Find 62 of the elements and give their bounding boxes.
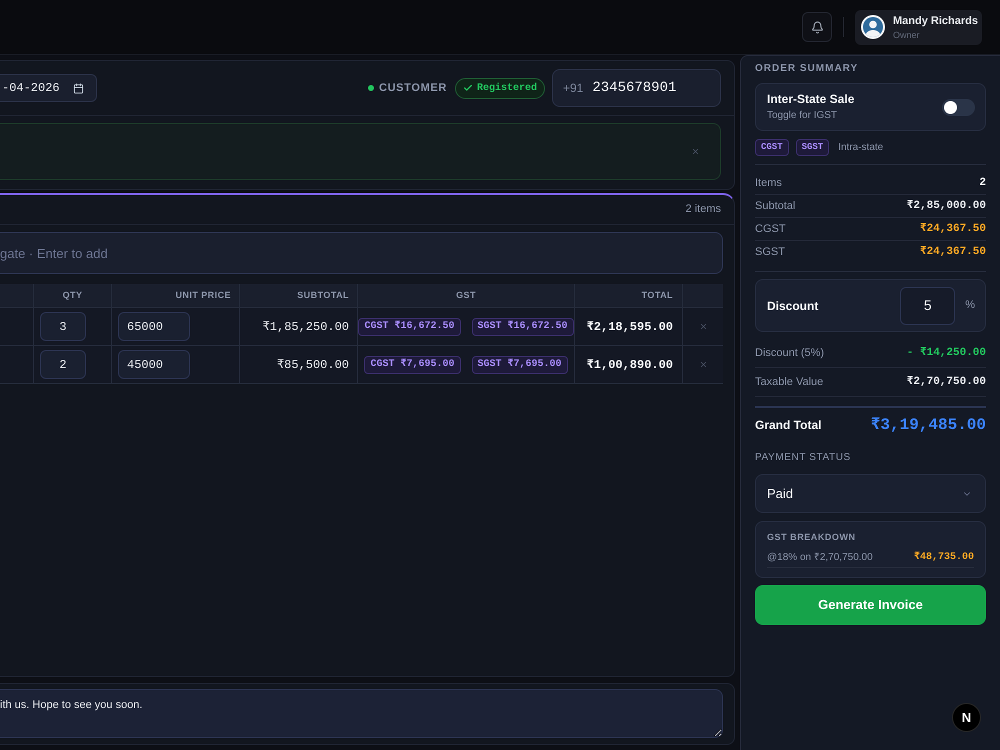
summary-value: ₹2,70,750.00 [906,374,986,390]
tax-tag: SGST [796,139,830,156]
tax-tag: SGST ₹16,672.50 [472,318,574,336]
percent-unit: % [965,298,975,314]
subtotal-cell: ₹85,500.00 [240,346,358,383]
total-cell: ₹1,00,890.00 [575,346,683,383]
summary-value: 2 [979,176,986,191]
notifications-button[interactable] [802,12,832,42]
check-icon [462,83,473,93]
section-label: PAYMENT STATUS [755,451,852,465]
summary-label: Taxable Value [755,374,824,390]
discount-field[interactable]: 5 [900,286,956,324]
unit-price-field[interactable]: 65000 [118,312,190,341]
calendar-icon[interactable] [73,82,84,94]
column-header: GST [358,284,575,307]
discount-label: Discount [767,298,818,314]
column-header: SUBTOTAL [240,284,358,307]
user-menu[interactable]: Mandy Richards Owner [855,10,982,44]
customer-label: CUSTOMER [378,80,447,96]
grand-total-label: Grand Total [755,417,822,434]
tax-mode: Intra-state [838,141,884,155]
summary-value: ₹24,367.50 [920,222,986,237]
breakdown-value: ₹48,735.00 [914,550,974,565]
item-count: 2 items [686,202,721,218]
status-dot-icon [368,85,374,91]
tax-tag: CGST ₹7,695.00 [364,356,460,374]
quantity-field[interactable]: 2 [40,350,86,379]
summary-value: ₹2,85,000.00 [906,198,986,214]
date-field[interactable]: -04-2026 [0,74,97,102]
breakdown-label: @18% on ₹2,70,750.00 [767,551,873,565]
user-role: Owner [893,30,921,40]
summary-value: - ₹14,250.00 [906,346,986,361]
inter-state-toggle[interactable] [942,98,975,116]
summary-label: Subtotal [755,198,796,214]
tax-tag: SGST ₹7,695.00 [472,356,568,374]
user-name: Mandy Richards [893,14,978,26]
quantity-field[interactable]: 3 [40,312,86,341]
bell-icon [810,20,824,34]
column-header: TOTAL [575,284,683,307]
toggle-label: Inter-State Sale [767,92,854,106]
summary-label: CGST [755,222,786,237]
total-cell: ₹2,18,595.00 [575,308,683,345]
toggle-hint: Toggle for IGST [767,110,838,122]
registered-badge: Registered [455,78,545,98]
unit-price-field[interactable]: 45000 [118,350,190,379]
tax-tag: CGST [755,139,789,156]
notes-field[interactable]: ith us. Hope to see you soon. [0,689,723,738]
grand-total-value: ₹3,19,485.00 [870,415,986,436]
panel-title: ORDER SUMMARY [755,62,860,76]
country-code: +91 [563,80,584,97]
payment-status-select[interactable]: Paid [755,474,986,513]
summary-label: Discount (5%) [755,346,824,361]
breakdown-title: GST BREAKDOWN [767,531,857,543]
search-field[interactable]: gate · Enter to add [0,232,723,274]
phone-field[interactable]: +91 2345678901 [552,69,721,107]
avatar-icon [861,15,885,39]
summary-label: Items [755,176,782,191]
summary-value: ₹24,367.50 [920,245,986,260]
column-header: UNIT PRICE [112,284,240,307]
tax-tag: CGST ₹16,672.50 [358,318,460,336]
column-header: QTY [34,284,112,307]
summary-label: SGST [755,245,785,260]
